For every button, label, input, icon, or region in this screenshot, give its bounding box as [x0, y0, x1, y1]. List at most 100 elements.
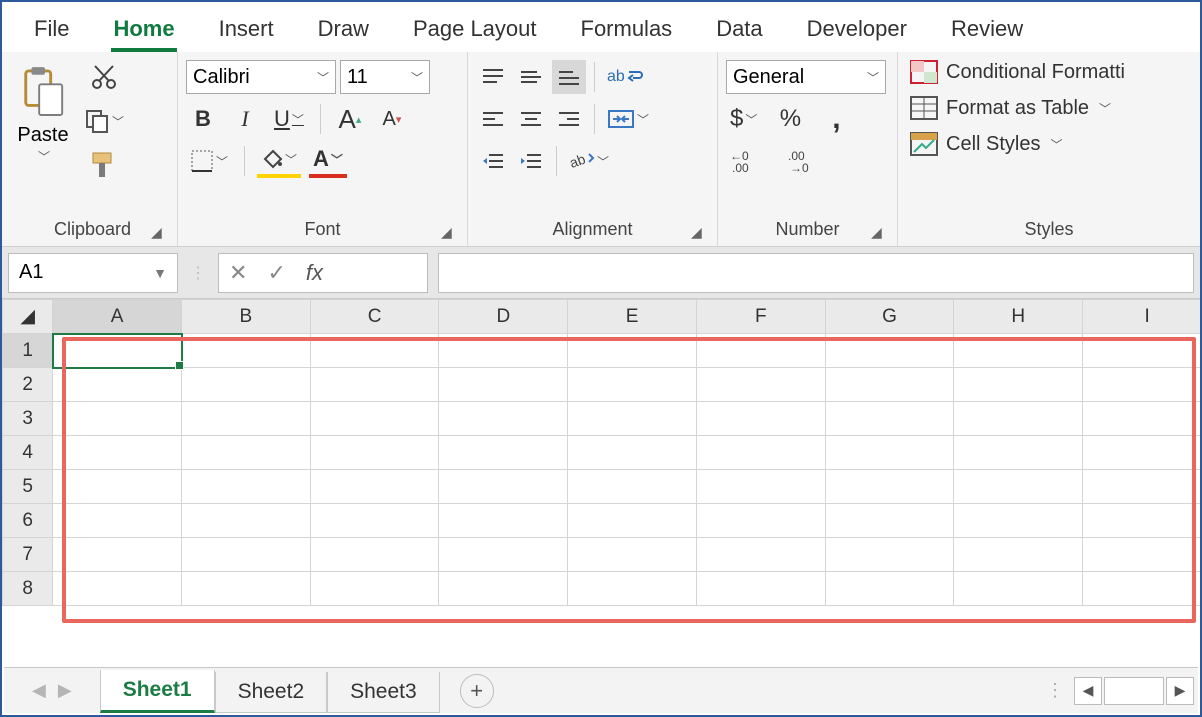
cancel-button[interactable]: ✕ [229, 260, 247, 286]
cell[interactable] [439, 538, 568, 572]
cell[interactable] [954, 470, 1083, 504]
bold-button[interactable]: B [186, 102, 220, 136]
row-header-3[interactable]: 3 [3, 402, 53, 436]
font-color-button[interactable]: A﹀ [309, 144, 347, 178]
row-header-6[interactable]: 6 [3, 504, 53, 538]
cell[interactable] [182, 436, 311, 470]
col-header-C[interactable]: C [310, 300, 439, 334]
cell[interactable] [954, 368, 1083, 402]
col-header-B[interactable]: B [182, 300, 311, 334]
cell[interactable] [825, 334, 954, 368]
cell[interactable] [310, 334, 439, 368]
cell[interactable] [439, 436, 568, 470]
scroll-left-button[interactable]: ◀ [1074, 677, 1102, 705]
sheet-bar-options[interactable]: ⋮ [1038, 680, 1072, 701]
cell[interactable] [182, 368, 311, 402]
conditional-formatting-button[interactable]: Conditional Formatti [906, 60, 1192, 84]
paste-dropdown[interactable]: ﹀ [26, 147, 60, 165]
cell[interactable] [825, 402, 954, 436]
cell[interactable] [439, 470, 568, 504]
cell[interactable] [954, 538, 1083, 572]
format-as-table-button[interactable]: Format as Table﹀ [906, 96, 1192, 120]
sheet-tab-3[interactable]: Sheet3 [327, 672, 440, 713]
cell[interactable] [53, 470, 182, 504]
cell[interactable] [439, 368, 568, 402]
clipboard-dialog-launcher[interactable]: ◢ [151, 224, 167, 240]
cell[interactable] [825, 436, 954, 470]
cell[interactable] [568, 436, 697, 470]
borders-button[interactable]: ﹀ [186, 144, 232, 178]
cell[interactable] [954, 402, 1083, 436]
cell[interactable] [1083, 436, 1200, 470]
tab-formulas[interactable]: Formulas [579, 12, 675, 52]
row-header-5[interactable]: 5 [3, 470, 53, 504]
name-box[interactable]: A1 ▼ [8, 253, 178, 293]
cell[interactable] [568, 402, 697, 436]
tab-file[interactable]: File [32, 12, 71, 52]
font-name-combo[interactable]: Calibri﹀ [186, 60, 336, 94]
cell[interactable] [182, 504, 311, 538]
align-middle-button[interactable] [514, 60, 548, 94]
paste-button[interactable] [16, 60, 70, 124]
align-right-button[interactable] [552, 102, 586, 136]
row-header-2[interactable]: 2 [3, 368, 53, 402]
cell[interactable] [1083, 470, 1200, 504]
col-header-D[interactable]: D [439, 300, 568, 334]
scroll-right-button[interactable]: ▶ [1166, 677, 1194, 705]
cell[interactable] [310, 572, 439, 606]
cell-A1[interactable] [53, 334, 182, 368]
number-dialog-launcher[interactable]: ◢ [871, 224, 887, 240]
wrap-text-button[interactable]: ab [603, 60, 647, 94]
cell[interactable] [825, 538, 954, 572]
col-header-I[interactable]: I [1083, 300, 1200, 334]
sheet-tab-1[interactable]: Sheet1 [100, 670, 215, 713]
col-header-F[interactable]: F [696, 300, 825, 334]
cell[interactable] [1083, 572, 1200, 606]
col-header-A[interactable]: A [53, 300, 182, 334]
comma-button[interactable]: , [819, 102, 853, 136]
align-left-button[interactable] [476, 102, 510, 136]
cell[interactable] [182, 572, 311, 606]
cell[interactable] [182, 538, 311, 572]
row-header-8[interactable]: 8 [3, 572, 53, 606]
align-center-button[interactable] [514, 102, 548, 136]
cell[interactable] [825, 504, 954, 538]
cell[interactable] [696, 368, 825, 402]
cell[interactable] [696, 470, 825, 504]
cell[interactable] [1083, 402, 1200, 436]
align-bottom-button[interactable] [552, 60, 586, 94]
cell[interactable] [954, 572, 1083, 606]
increase-indent-button[interactable] [514, 144, 548, 178]
cell[interactable] [439, 402, 568, 436]
cell[interactable] [1083, 368, 1200, 402]
cell[interactable] [825, 470, 954, 504]
cell[interactable] [53, 368, 182, 402]
sheet-prev-button[interactable]: ◀ [32, 680, 46, 701]
cell[interactable] [53, 572, 182, 606]
cell[interactable] [310, 538, 439, 572]
tab-insert[interactable]: Insert [217, 12, 276, 52]
col-header-G[interactable]: G [825, 300, 954, 334]
cell[interactable] [696, 538, 825, 572]
cell[interactable] [568, 334, 697, 368]
cell[interactable] [696, 436, 825, 470]
cell[interactable] [310, 470, 439, 504]
increase-font-button[interactable]: A▴ [333, 102, 367, 136]
cell[interactable] [1083, 504, 1200, 538]
cell[interactable] [310, 402, 439, 436]
cell[interactable] [182, 402, 311, 436]
sheet-tab-2[interactable]: Sheet2 [215, 672, 328, 713]
cell[interactable] [568, 470, 697, 504]
sheet-next-button[interactable]: ▶ [58, 680, 72, 701]
increase-decimal-button[interactable]: ←0.00 [726, 144, 766, 178]
cell[interactable] [954, 504, 1083, 538]
cell[interactable] [53, 538, 182, 572]
cell[interactable] [53, 504, 182, 538]
copy-button[interactable]: ﹀ [80, 104, 128, 138]
row-header-4[interactable]: 4 [3, 436, 53, 470]
number-format-combo[interactable]: General﹀ [726, 60, 886, 94]
underline-button[interactable]: U﹀ [270, 102, 308, 136]
cell[interactable] [825, 572, 954, 606]
row-header-1[interactable]: 1 [3, 334, 53, 368]
format-painter-button[interactable] [80, 148, 128, 182]
